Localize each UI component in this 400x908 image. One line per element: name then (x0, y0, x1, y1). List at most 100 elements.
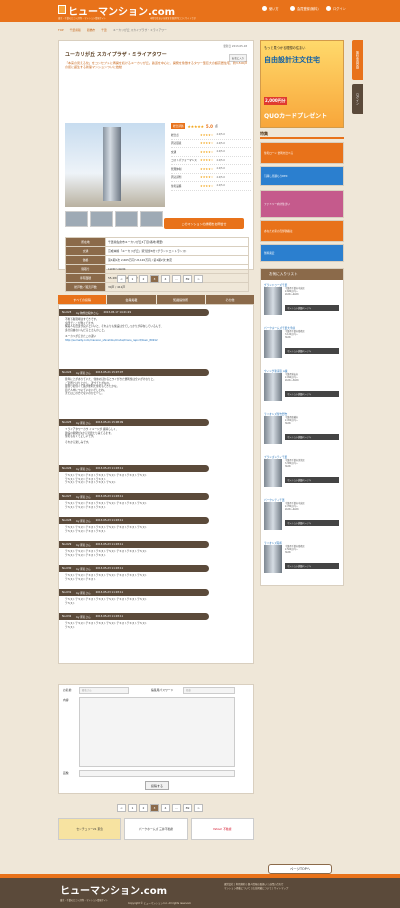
tab-members[interactable]: 会員掲載 (107, 295, 156, 304)
detail-button[interactable]: マンション詳細ページへ (285, 434, 339, 440)
detail-button[interactable]: マンション詳細ページへ (285, 391, 339, 397)
comment-item: No.025 by 匿名さん 2013-05-21 15:08:09 ミライアタワー… (59, 419, 255, 446)
property-photo[interactable] (65, 123, 165, 207)
rating-row: 管理体制 ★★★★☆ 4.0/5.0 (171, 165, 251, 174)
page-top-button[interactable]: ページTOPへ (268, 864, 332, 874)
page-link[interactable]: 2 (139, 275, 148, 283)
banner-century21[interactable]: センチュリー21 東急 (58, 818, 122, 840)
logo-icon (58, 5, 66, 14)
image-input[interactable] (79, 770, 235, 777)
page-link[interactable]: 1 (128, 804, 137, 812)
detail-button[interactable]: マンション詳細ページへ (285, 305, 339, 311)
login-icon (326, 6, 331, 11)
favorite-item: グランドゥーズ千葉 千葉県千葉市中央区 2,680万円〜 2LDK〜4LDK マンシ… (264, 283, 342, 325)
page-link[interactable]: 4 (161, 804, 170, 812)
page-prev[interactable]: < (117, 275, 126, 283)
submit-button[interactable]: 投稿する (145, 781, 169, 790)
comment-header: No.028 by 匿名さん 2013-05-23 11:03:11 (59, 517, 209, 524)
building-thumbnail[interactable] (264, 416, 282, 444)
comment-header: No.023 by 物件比較中さん 2013-05-17 14:21:29 (59, 309, 209, 316)
page-link[interactable]: 4 (161, 275, 170, 283)
building-thumbnail[interactable] (264, 287, 282, 315)
star-icons: ★★★★☆ (200, 175, 214, 180)
register-side-tab[interactable]: 無料会員登録 (352, 40, 363, 80)
breadcrumb-area[interactable]: 千葉 (101, 28, 107, 32)
appraisal-banner[interactable]: 無料査定 (260, 244, 344, 262)
page-prev[interactable]: < (117, 804, 126, 812)
nav-login[interactable]: ログイン (326, 6, 346, 11)
breadcrumb-city[interactable]: 船橋市 (87, 28, 95, 32)
user-plus-icon (290, 6, 295, 11)
comment-link[interactable]: http://sumaity.com/mansion_shinshiku/mod… (65, 339, 249, 343)
rating-row: 住宅設備 ★★★★☆ 4.0/5.0 (171, 182, 251, 191)
spec-row: 価格 第4期1次 2,665万円〜8,120万円 / 第4期2次 未定 (65, 255, 249, 265)
sidebar-ad[interactable]: もっと見つかる理想の住まい 自由設計注文住宅 2,000円分 QUOカードプレゼ… (260, 40, 344, 128)
comment-header: No.024 by 匿名さん 2013-05-21 15:07:07 (59, 369, 209, 376)
page-next[interactable]: > (194, 804, 203, 812)
comment-header: No.029 by 匿名さん 2013-05-23 11:03:11 (59, 541, 209, 548)
body-textarea[interactable] (79, 697, 235, 767)
banner-parkhomes[interactable]: パークホームズ 三井不動産 (124, 818, 188, 840)
comment-body: テキストテキストテキストテキストテキストテキストテキストテキスト テキストテキスト… (65, 574, 148, 581)
thumbnail[interactable] (65, 211, 88, 227)
site-footer: ヒューマンション.com 東京・千葉の口コミ評判・マンション情報サイト 運営会社… (0, 874, 400, 908)
footer-link-row[interactable]: マンション掲載について | 広告掲載について | サイトマップ (224, 887, 344, 891)
family-banner[interactable]: ファミリー向け住まい (260, 190, 344, 218)
tab-all[interactable]: すべての投稿 (58, 295, 107, 304)
building-thumbnail[interactable] (264, 373, 282, 401)
nav-register[interactable]: 会員登録(無料) (290, 6, 319, 11)
banner-yahoo[interactable]: Yahoo! 不動産 (190, 818, 254, 840)
thumbnail[interactable] (140, 211, 163, 227)
partner-banners: センチュリー21 東急 パークホームズ 三井不動産 Yahoo! 不動産 (58, 818, 254, 840)
special-heading: 特集 (260, 131, 344, 139)
nav-how-to[interactable]: 使い方 (262, 6, 279, 11)
detail-button[interactable]: マンション詳細ページへ (285, 563, 339, 569)
pagination-top: < 1 2 3 4 ... 89 > (100, 275, 220, 283)
password-label: 編集用パスワード (151, 688, 174, 692)
comment-item: No.024 by 匿名さん 2013-05-21 15:07:07 昔年に上があり… (59, 369, 255, 398)
tab-other[interactable]: その他 (205, 295, 254, 304)
copyright: Copyright © ヒューマンション Inc. All rights res… (128, 902, 192, 905)
building-thumbnail[interactable] (264, 459, 282, 487)
page-link[interactable]: 89 (183, 804, 192, 812)
detail-button[interactable]: マンション詳細ページへ (285, 520, 339, 526)
moving-banner[interactable]: 引越し見積もりDEX (260, 166, 344, 186)
page-link[interactable]: 89 (183, 275, 192, 283)
detail-button[interactable]: マンション詳細ページへ (285, 477, 339, 483)
rating-row: 周辺環境 ★★★★☆ 4.0/5.0 (171, 140, 251, 148)
tab-knowledge[interactable]: 知識提供所 (156, 295, 205, 304)
tower-image (103, 127, 121, 201)
loan-banner[interactable]: 住宅ローン 金利を比べる (260, 142, 344, 164)
thumbnail[interactable] (115, 211, 138, 227)
comment-body: テキストテキストテキストテキストテキストテキストテキストテキスト テキスト (65, 622, 148, 629)
comment-item: No.028 by 匿名さん 2013-05-23 11:03:11 テキストテキス… (59, 517, 255, 535)
password-input[interactable]: 任意 (183, 687, 235, 694)
detail-button[interactable]: マンション詳細ページへ (285, 348, 339, 354)
comment-item: No.023 by 物件比較中さん 2013-05-17 14:21:29 不動下駄… (59, 309, 255, 345)
login-side-tab[interactable]: ログイン (352, 84, 363, 114)
footer-logo[interactable]: ヒューマンション.com (60, 882, 167, 897)
breadcrumb-top[interactable]: TOP (58, 28, 64, 32)
name-input[interactable]: 匿名さん (79, 687, 129, 694)
page-next[interactable]: > (194, 275, 203, 283)
comment-body: テキストテキストテキストテキストテキストテキストテキストテキスト テキストテキスト… (65, 550, 148, 557)
building-thumbnail[interactable] (264, 502, 282, 530)
building-thumbnail[interactable] (264, 545, 282, 573)
page-current[interactable]: 3 (150, 804, 159, 812)
page-ellipsis: ... (172, 275, 181, 283)
page-current[interactable]: 3 (150, 275, 159, 283)
page-ellipsis: ... (172, 804, 181, 812)
spec-row: 総戸数／販売戸数 30戸 / 411戸 (65, 282, 249, 292)
thumbnail[interactable] (90, 211, 113, 227)
page-link[interactable]: 1 (128, 275, 137, 283)
footer-links: 運営会社 | 利用規約 | 個人情報の取扱い | お問い合わせ マンション掲載に… (224, 883, 344, 891)
comment-item: No.032 by 匿名さん 2013-05-23 11:03:11 テキストテキス… (59, 613, 255, 631)
sale-price-banner[interactable]: あなたの家の売却価格は (260, 220, 344, 242)
inquiry-button[interactable]: このマンションの詳細をお問合せ (164, 218, 244, 229)
star-icons: ★★★★☆ (200, 132, 214, 137)
building-thumbnail[interactable] (264, 330, 282, 358)
page-link[interactable]: 2 (139, 804, 148, 812)
comment-header: No.032 by 匿名さん 2013-05-23 11:03:11 (59, 613, 209, 620)
spec-row: 交通 京成本線「ユーカリが丘」駅 徒歩6分 (グランドエントランス) (65, 246, 249, 256)
breadcrumb-pref[interactable]: 千葉県版 (70, 28, 81, 32)
